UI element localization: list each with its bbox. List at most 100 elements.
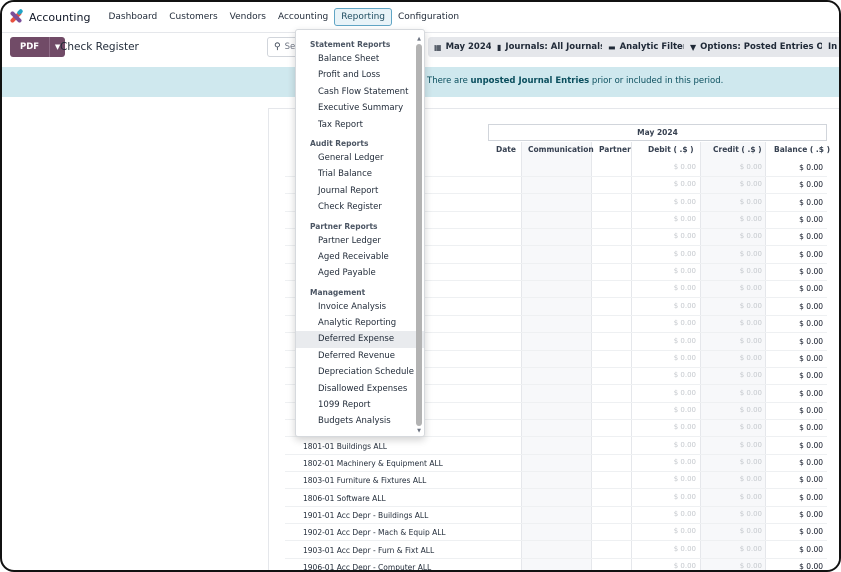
cell-balance: $ 0.00 [799,562,823,572]
cell-credit: $ 0.00 [739,440,762,449]
dropdown-item-aged-receivable[interactable]: Aged Receivable [296,249,424,265]
dropdown-item-depreciation-schedule[interactable]: Depreciation Schedule [296,364,424,380]
menu-vendors[interactable]: Vendors [224,9,272,25]
cell-debit: $ 0.00 [673,492,696,501]
col-communication: Communication [528,145,594,154]
row-label: 1906-01 Acc Depr - Computer ALL [303,563,432,572]
dropdown-item-aged-payable[interactable]: Aged Payable [296,265,424,281]
cell-debit: $ 0.00 [673,336,696,345]
dropdown-item-profit-and-loss[interactable]: Profit and Loss [296,67,424,83]
cell-credit: $ 0.00 [739,215,762,224]
cell-balance: $ 0.00 [799,405,823,415]
col-credit: Credit ( .$ ) [713,145,762,154]
cell-balance: $ 0.00 [799,423,823,433]
book-icon: ▮ [497,42,502,52]
table-row[interactable]: 1903-01 Acc Depr - Furn & Fixt ALL $ 0.00… [285,542,827,559]
cell-credit: $ 0.00 [739,267,762,276]
table-row[interactable]: 1902-01 Acc Depr - Mach & Equip ALL $ 0.0… [285,524,827,542]
cell-balance: $ 0.00 [799,336,823,346]
cell-credit: $ 0.00 [739,232,762,241]
scroll-up-icon[interactable]: ▲ [416,36,422,42]
cell-debit: $ 0.00 [673,475,696,484]
dropdown-item-executive-summary[interactable]: Executive Summary [296,100,424,116]
dropdown-section-header: Partner Reports [310,221,378,231]
dropdown-section-header: Audit Reports [310,138,369,148]
dropdown-item-deferred-revenue[interactable]: Deferred Revenue [296,348,424,364]
table-row[interactable]: 1901-01 Acc Depr - Buildings ALL $ 0.00 $ … [285,507,827,524]
scrollbar-thumb[interactable] [416,44,422,426]
dropdown-item-check-register[interactable]: Check Register [296,199,424,215]
scroll-down-icon[interactable]: ▼ [416,428,422,434]
analytic-filter-button[interactable]: ▬ Analytic Filter [602,37,694,57]
date-filter-button[interactable]: ▦ May 2024 [428,37,498,57]
menu-accounting[interactable]: Accounting [272,9,334,25]
table-row[interactable]: 1802-01 Machinery & Equipment ALL $ 0.00 $… [285,455,827,472]
col-debit: Debit ( .$ ) [648,145,694,154]
cell-balance: $ 0.00 [799,180,823,190]
menu-reporting[interactable]: Reporting [334,8,393,26]
cell-debit: $ 0.00 [673,301,696,310]
menu-dashboard[interactable]: Dashboard [102,9,163,25]
cell-balance: $ 0.00 [799,353,823,363]
banner-text: There are unposted Journal Entries prior… [427,76,724,86]
row-label: 1801-01 Buildings ALL [303,441,387,451]
journals-filter-button[interactable]: ▮ Journals: All Journals [491,37,612,57]
cell-balance: $ 0.00 [799,371,823,381]
options-filter-button[interactable]: ▼ Options: Posted Entries Only [684,37,839,57]
row-label: 1803-01 Furniture & Fixtures ALL [303,476,427,486]
cell-debit: $ 0.00 [673,232,696,241]
menu-configuration[interactable]: Configuration [392,9,465,25]
cell-credit: $ 0.00 [739,527,762,536]
row-label: 1902-01 Acc Depr - Mach & Equip ALL [303,528,446,538]
search-icon: ⚲ [274,42,281,52]
dropdown-item-partner-ledger[interactable]: Partner Ledger [296,233,424,249]
cell-debit: $ 0.00 [673,215,696,224]
dropdown-item-invoice-analysis[interactable]: Invoice Analysis [296,299,424,315]
dropdown-item-trial-balance[interactable]: Trial Balance [296,166,424,182]
folder-icon: ▬ [608,42,616,52]
dropdown-item-budgets-analysis[interactable]: Budgets Analysis [296,413,424,429]
cell-credit: $ 0.00 [739,475,762,484]
dropdown-item-balance-sheet[interactable]: Balance Sheet [296,51,424,67]
date-filter-label: May 2024 [445,42,492,52]
cell-credit: $ 0.00 [739,180,762,189]
cell-credit: $ 0.00 [739,492,762,501]
dropdown-item-deferred-expense[interactable]: Deferred Expense [296,331,424,348]
dropdown-item-cash-flow-statement[interactable]: Cash Flow Statement [296,84,424,100]
dropdown-item-general-ledger[interactable]: General Ledger [296,150,424,166]
menu-customers[interactable]: Customers [163,9,223,25]
pdf-button[interactable]: PDF [10,37,50,57]
calendar-icon: ▦ [434,42,442,52]
table-row[interactable]: 1803-01 Furniture & Fixtures ALL $ 0.00 $ … [285,472,827,490]
cell-credit: $ 0.00 [739,423,762,432]
cell-credit: $ 0.00 [739,163,762,171]
cell-balance: $ 0.00 [799,457,823,467]
more-filter-button[interactable]: In . [822,37,839,57]
cell-balance: $ 0.00 [799,284,823,294]
page-title: Check Register [60,41,139,53]
table-row[interactable]: 1801-01 Buildings ALL $ 0.00 $ 0.00 $ 0.00 [285,438,827,455]
dropdown-item-analytic-reporting[interactable]: Analytic Reporting [296,315,424,331]
dropdown-item-journal-report[interactable]: Journal Report [296,183,424,199]
odoo-logo-icon[interactable] [9,8,24,24]
cell-balance: $ 0.00 [799,510,823,519]
dropdown-scrollbar[interactable]: ▲ ▼ [416,36,422,434]
table-row[interactable]: 1906-01 Acc Depr - Computer ALL $ 0.00 $ 0… [285,559,827,572]
table-row[interactable]: 1806-01 Software ALL $ 0.00 $ 0.00 $ 0.00 [285,490,827,507]
dropdown-item-tax-report[interactable]: Tax Report [296,117,424,133]
app-window: Accounting Dashboard Customers Vendors A… [0,0,841,572]
cell-credit: $ 0.00 [739,388,762,397]
cell-debit: $ 0.00 [673,371,696,380]
dropdown-item-disallowed-expenses[interactable]: Disallowed Expenses [296,381,424,397]
dropdown-item-1099-report[interactable]: 1099 Report [296,397,424,413]
row-label: 1802-01 Machinery & Equipment ALL [303,458,443,468]
banner-link[interactable]: unposted Journal Entries [471,76,590,86]
cell-credit: $ 0.00 [739,510,762,518]
cell-credit: $ 0.00 [739,197,762,206]
cell-balance: $ 0.00 [799,197,823,207]
app-name[interactable]: Accounting [29,11,90,24]
cell-debit: $ 0.00 [673,284,696,293]
cell-balance: $ 0.00 [799,475,823,485]
cell-debit: $ 0.00 [673,405,696,414]
cell-debit: $ 0.00 [673,180,696,189]
